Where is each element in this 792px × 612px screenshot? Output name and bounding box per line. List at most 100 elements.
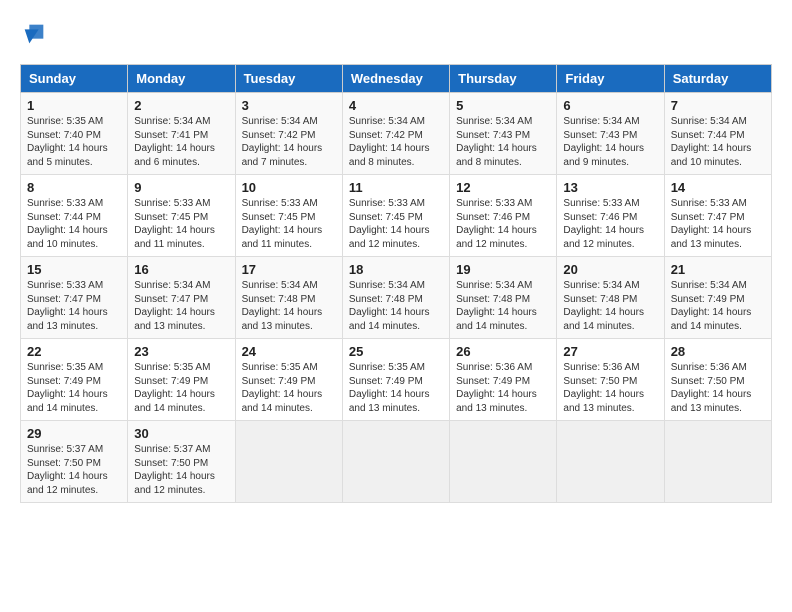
day-number: 29 — [27, 426, 121, 441]
day-info: Sunrise: 5:35 AMSunset: 7:49 PMDaylight:… — [134, 362, 215, 414]
day-info: Sunrise: 5:37 AMSunset: 7:50 PMDaylight:… — [27, 444, 108, 496]
calendar-cell — [450, 421, 557, 503]
calendar-week-2: 8Sunrise: 5:33 AMSunset: 7:44 PMDaylight… — [21, 175, 772, 257]
header-saturday: Saturday — [664, 65, 771, 93]
calendar-cell: 13 Sunrise: 5:33 AMSunset: 7:46 PMDayligh… — [557, 175, 664, 257]
day-number: 9 — [134, 180, 228, 195]
day-number: 7 — [671, 98, 765, 113]
calendar-cell: 22 Sunrise: 5:35 AMSunset: 7:49 PMDayligh… — [21, 339, 128, 421]
day-number: 4 — [349, 98, 443, 113]
calendar-cell: 14 Sunrise: 5:33 AMSunset: 7:47 PMDayligh… — [664, 175, 771, 257]
day-info: Sunrise: 5:33 AMSunset: 7:46 PMDaylight:… — [563, 198, 644, 250]
day-info: Sunrise: 5:34 AMSunset: 7:42 PMDaylight:… — [349, 116, 430, 168]
calendar-cell — [664, 421, 771, 503]
day-number: 12 — [456, 180, 550, 195]
day-info: Sunrise: 5:34 AMSunset: 7:43 PMDaylight:… — [563, 116, 644, 168]
calendar-cell: 23 Sunrise: 5:35 AMSunset: 7:49 PMDayligh… — [128, 339, 235, 421]
calendar-cell — [235, 421, 342, 503]
header-monday: Monday — [128, 65, 235, 93]
day-number: 14 — [671, 180, 765, 195]
day-number: 8 — [27, 180, 121, 195]
day-number: 30 — [134, 426, 228, 441]
calendar-cell: 28 Sunrise: 5:36 AMSunset: 7:50 PMDayligh… — [664, 339, 771, 421]
day-number: 20 — [563, 262, 657, 277]
calendar-cell: 29 Sunrise: 5:37 AMSunset: 7:50 PMDayligh… — [21, 421, 128, 503]
day-number: 22 — [27, 344, 121, 359]
header-friday: Friday — [557, 65, 664, 93]
day-number: 3 — [242, 98, 336, 113]
calendar-cell: 4 Sunrise: 5:34 AMSunset: 7:42 PMDaylight… — [342, 93, 449, 175]
calendar-cell: 11 Sunrise: 5:33 AMSunset: 7:45 PMDayligh… — [342, 175, 449, 257]
day-info: Sunrise: 5:33 AMSunset: 7:45 PMDaylight:… — [242, 198, 323, 250]
logo-icon — [20, 20, 48, 48]
calendar-cell: 20 Sunrise: 5:34 AMSunset: 7:48 PMDayligh… — [557, 257, 664, 339]
day-info: Sunrise: 5:33 AMSunset: 7:45 PMDaylight:… — [349, 198, 430, 250]
day-number: 17 — [242, 262, 336, 277]
calendar-cell — [342, 421, 449, 503]
day-info: Sunrise: 5:33 AMSunset: 7:46 PMDaylight:… — [456, 198, 537, 250]
calendar-cell: 18 Sunrise: 5:34 AMSunset: 7:48 PMDayligh… — [342, 257, 449, 339]
day-info: Sunrise: 5:34 AMSunset: 7:48 PMDaylight:… — [242, 280, 323, 332]
day-number: 2 — [134, 98, 228, 113]
day-info: Sunrise: 5:34 AMSunset: 7:42 PMDaylight:… — [242, 116, 323, 168]
day-number: 11 — [349, 180, 443, 195]
day-number: 15 — [27, 262, 121, 277]
calendar-cell: 24Sunrise: 5:35 AMSunset: 7:49 PMDayligh… — [235, 339, 342, 421]
calendar-week-5: 29 Sunrise: 5:37 AMSunset: 7:50 PMDayligh… — [21, 421, 772, 503]
day-number: 6 — [563, 98, 657, 113]
day-info: Sunrise: 5:34 AMSunset: 7:48 PMDaylight:… — [456, 280, 537, 332]
day-number: 5 — [456, 98, 550, 113]
calendar-cell: 26Sunrise: 5:36 AMSunset: 7:49 PMDayligh… — [450, 339, 557, 421]
calendar-week-1: 1 Sunrise: 5:35 AMSunset: 7:40 PMDaylight… — [21, 93, 772, 175]
calendar-cell: 16Sunrise: 5:34 AMSunset: 7:47 PMDayligh… — [128, 257, 235, 339]
day-number: 18 — [349, 262, 443, 277]
day-number: 23 — [134, 344, 228, 359]
calendar-cell: 17 Sunrise: 5:34 AMSunset: 7:48 PMDayligh… — [235, 257, 342, 339]
day-info: Sunrise: 5:34 AMSunset: 7:44 PMDaylight:… — [671, 116, 752, 168]
header-tuesday: Tuesday — [235, 65, 342, 93]
day-number: 24 — [242, 344, 336, 359]
day-number: 25 — [349, 344, 443, 359]
calendar-cell: 30 Sunrise: 5:37 AMSunset: 7:50 PMDayligh… — [128, 421, 235, 503]
calendar-cell: 15 Sunrise: 5:33 AMSunset: 7:47 PMDayligh… — [21, 257, 128, 339]
calendar-cell: 1 Sunrise: 5:35 AMSunset: 7:40 PMDaylight… — [21, 93, 128, 175]
day-info: Sunrise: 5:33 AMSunset: 7:47 PMDaylight:… — [27, 280, 108, 332]
calendar-table: SundayMondayTuesdayWednesdayThursdayFrid… — [20, 64, 772, 503]
calendar-cell: 12 Sunrise: 5:33 AMSunset: 7:46 PMDayligh… — [450, 175, 557, 257]
day-info: Sunrise: 5:37 AMSunset: 7:50 PMDaylight:… — [134, 444, 215, 496]
day-number: 28 — [671, 344, 765, 359]
page-header — [20, 20, 772, 48]
calendar-cell: 25 Sunrise: 5:35 AMSunset: 7:49 PMDayligh… — [342, 339, 449, 421]
day-number: 26 — [456, 344, 550, 359]
header-sunday: Sunday — [21, 65, 128, 93]
day-number: 19 — [456, 262, 550, 277]
calendar-cell: 3 Sunrise: 5:34 AMSunset: 7:42 PMDaylight… — [235, 93, 342, 175]
calendar-cell: 7 Sunrise: 5:34 AMSunset: 7:44 PMDaylight… — [664, 93, 771, 175]
day-info: Sunrise: 5:33 AMSunset: 7:47 PMDaylight:… — [671, 198, 752, 250]
header-wednesday: Wednesday — [342, 65, 449, 93]
calendar-cell: 9 Sunrise: 5:33 AMSunset: 7:45 PMDaylight… — [128, 175, 235, 257]
day-number: 21 — [671, 262, 765, 277]
day-info: Sunrise: 5:35 AMSunset: 7:49 PMDaylight:… — [27, 362, 108, 414]
day-info: Sunrise: 5:33 AMSunset: 7:45 PMDaylight:… — [134, 198, 215, 250]
day-info: Sunrise: 5:34 AMSunset: 7:48 PMDaylight:… — [349, 280, 430, 332]
calendar-week-4: 22 Sunrise: 5:35 AMSunset: 7:49 PMDayligh… — [21, 339, 772, 421]
day-info: Sunrise: 5:35 AMSunset: 7:40 PMDaylight:… — [27, 116, 108, 168]
day-info: Sunrise: 5:34 AMSunset: 7:49 PMDaylight:… — [671, 280, 752, 332]
logo — [20, 20, 52, 48]
header-thursday: Thursday — [450, 65, 557, 93]
day-info: Sunrise: 5:35 AMSunset: 7:49 PMDaylight:… — [349, 362, 430, 414]
calendar-cell: 2Sunrise: 5:34 AMSunset: 7:41 PMDaylight… — [128, 93, 235, 175]
calendar-cell — [557, 421, 664, 503]
calendar-cell: 21 Sunrise: 5:34 AMSunset: 7:49 PMDayligh… — [664, 257, 771, 339]
day-info: Sunrise: 5:34 AMSunset: 7:43 PMDaylight:… — [456, 116, 537, 168]
day-number: 27 — [563, 344, 657, 359]
day-number: 16 — [134, 262, 228, 277]
day-number: 1 — [27, 98, 121, 113]
day-number: 13 — [563, 180, 657, 195]
calendar-cell: 8Sunrise: 5:33 AMSunset: 7:44 PMDaylight… — [21, 175, 128, 257]
day-info: Sunrise: 5:36 AMSunset: 7:50 PMDaylight:… — [671, 362, 752, 414]
day-info: Sunrise: 5:34 AMSunset: 7:48 PMDaylight:… — [563, 280, 644, 332]
calendar-cell: 10Sunrise: 5:33 AMSunset: 7:45 PMDayligh… — [235, 175, 342, 257]
calendar-header-row: SundayMondayTuesdayWednesdayThursdayFrid… — [21, 65, 772, 93]
